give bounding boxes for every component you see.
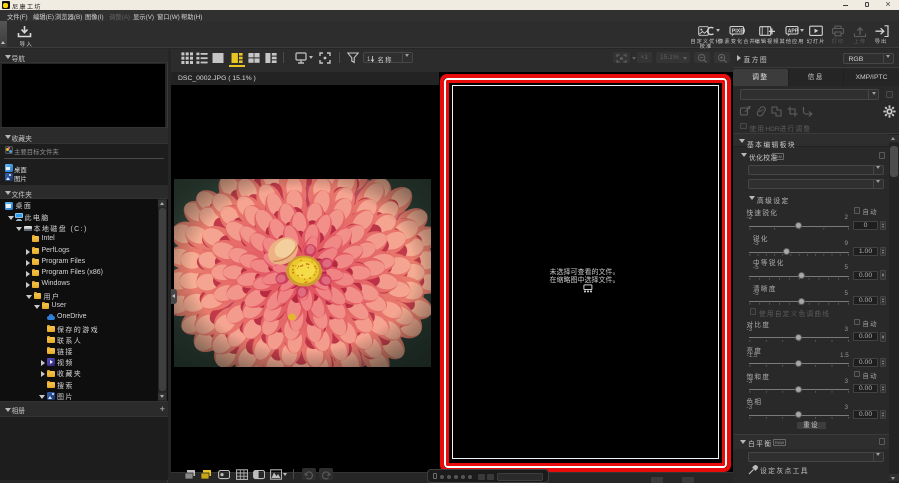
svg-text:PIXEL: PIXEL bbox=[732, 29, 745, 35]
svg-text:APP: APP bbox=[788, 28, 799, 34]
svg-text:1: 1 bbox=[367, 57, 371, 63]
